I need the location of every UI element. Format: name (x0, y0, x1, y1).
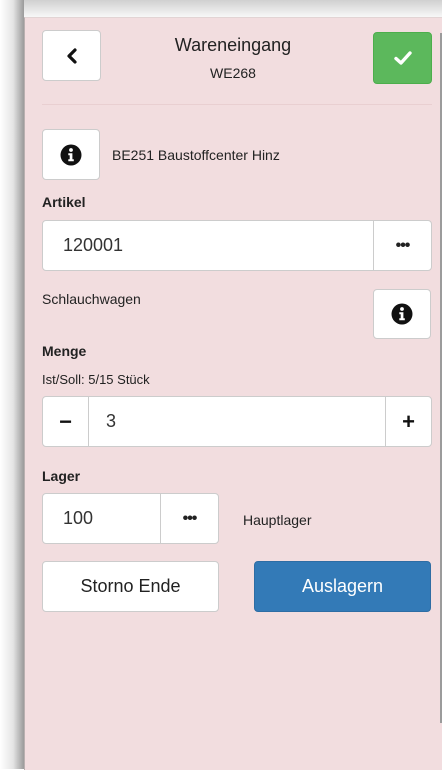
ellipsis-icon: ••• (395, 236, 411, 254)
check-icon (393, 51, 412, 65)
page-title: Wareneingang (174, 35, 292, 55)
quantity-minus-button[interactable]: − (43, 397, 89, 446)
quantity-label: Menge (42, 343, 87, 359)
article-lookup-button[interactable]: ••• (373, 221, 431, 270)
article-info-button[interactable] (373, 289, 431, 339)
plus-icon: + (402, 408, 415, 434)
window-shadow-left (0, 0, 24, 769)
ellipsis-icon: ••• (182, 509, 198, 527)
minus-icon: − (59, 408, 72, 434)
quantity-status: Ist/Soll: 5/15 Stück (42, 372, 150, 387)
app-panel: Wareneingang WE268 BE251 Baustoffcenter … (24, 17, 442, 770)
supplier-text: BE251 Baustoffcenter Hinz (112, 147, 280, 163)
confirm-button[interactable] (373, 32, 432, 84)
article-label: Artikel (42, 194, 86, 210)
cancel-end-button[interactable]: Storno Ende (42, 561, 219, 612)
back-button[interactable] (42, 30, 101, 81)
quantity-input[interactable]: 3 (106, 397, 383, 446)
quantity-stepper: − 3 + (42, 396, 432, 447)
auslagern-button[interactable]: Auslagern (254, 561, 431, 612)
article-input-group: 120001 ••• (42, 220, 432, 271)
storage-input-group: 100 ••• (42, 493, 219, 544)
receipt-number: WE268 (210, 65, 256, 81)
supplier-info-button[interactable] (42, 129, 100, 180)
storage-lookup-button[interactable]: ••• (160, 494, 218, 543)
chevron-left-icon (66, 47, 77, 64)
info-circle-icon (60, 144, 82, 165)
storage-name: Hauptlager (243, 512, 312, 528)
article-description: Schlauchwagen (42, 291, 141, 307)
header-divider (42, 104, 432, 105)
article-input[interactable]: 120001 (63, 221, 373, 270)
storage-input[interactable]: 100 (63, 494, 160, 543)
storage-label: Lager (42, 468, 81, 484)
quantity-plus-button[interactable]: + (385, 397, 431, 446)
info-circle-icon (391, 303, 413, 325)
